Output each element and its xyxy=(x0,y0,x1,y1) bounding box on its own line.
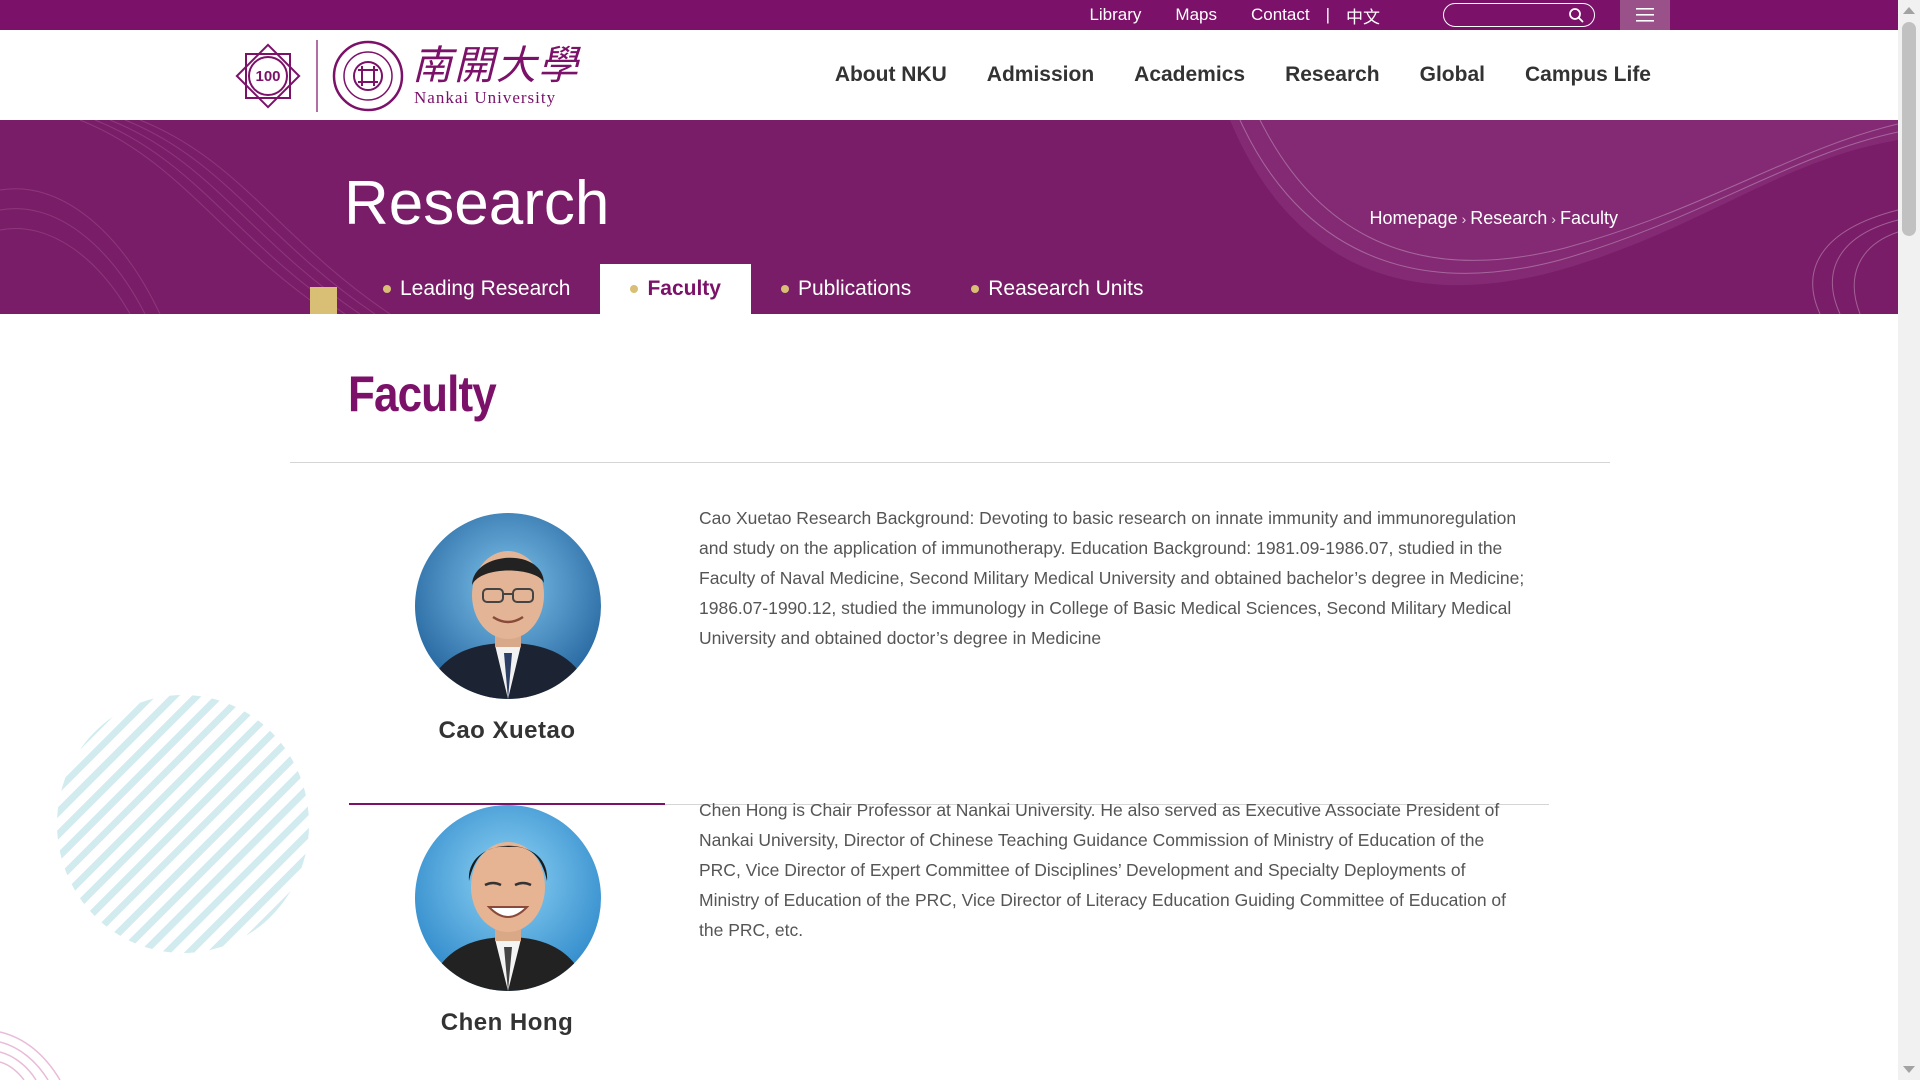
breadcrumb-homepage[interactable]: Homepage xyxy=(1370,208,1458,229)
scroll-up-arrow-icon[interactable] xyxy=(1903,7,1915,14)
research-subnav: Leading Research Faculty Publications Re… xyxy=(353,264,1173,314)
site-header: 100 南開大學 Nankai University About NKU Adm… xyxy=(0,30,1920,120)
logo-divider xyxy=(316,40,318,112)
nav-global[interactable]: Global xyxy=(1420,63,1485,87)
nav-academics[interactable]: Academics xyxy=(1134,63,1245,87)
person-portrait-icon xyxy=(415,513,601,699)
logo-wordmark: 南開大學 Nankai University xyxy=(412,44,580,108)
heading-divider xyxy=(290,462,1610,463)
chinese-language-link[interactable]: 中文 xyxy=(1346,3,1380,28)
utility-separator: | xyxy=(1325,5,1330,24)
badge-text: 100 xyxy=(255,68,280,85)
search-input[interactable] xyxy=(1454,6,1564,24)
nav-about-nku[interactable]: About NKU xyxy=(835,63,947,87)
decorative-striped-circle xyxy=(57,695,309,953)
maps-link[interactable]: Maps xyxy=(1175,5,1217,25)
main-navigation: About NKU Admission Academics Research G… xyxy=(835,30,1651,120)
tab-label: Reasearch Units xyxy=(988,277,1144,300)
bullet-dot-icon xyxy=(780,285,789,293)
breadcrumb-research[interactable]: Research xyxy=(1470,208,1547,229)
utility-links: Library Maps Contact | 中文 xyxy=(1089,0,1380,30)
centennial-badge-icon: 100 xyxy=(235,43,301,109)
faculty-name[interactable]: Chen Hong xyxy=(349,1009,665,1037)
person-portrait-icon xyxy=(415,805,601,991)
hamburger-icon xyxy=(1636,8,1654,22)
research-banner: Research Homepage › Research › Faculty L… xyxy=(0,120,1898,314)
banner-title: Research xyxy=(344,169,610,238)
logo-chinese-name: 南開大學 xyxy=(412,43,580,89)
scrollbar-thumb[interactable] xyxy=(1902,22,1916,236)
faculty-photo-avatar[interactable] xyxy=(415,805,601,991)
faculty-bio: Chen Hong is Chair Professor at Nankai U… xyxy=(699,800,1507,940)
faculty-name[interactable]: Cao Xuetao xyxy=(349,717,665,745)
chevron-right-icon: › xyxy=(1461,210,1467,227)
library-link[interactable]: Library xyxy=(1089,5,1141,25)
tab-faculty[interactable]: Faculty xyxy=(600,264,751,314)
tab-label: Faculty xyxy=(647,277,721,300)
decorative-corner-lines xyxy=(0,1031,61,1080)
page-heading: Faculty xyxy=(348,366,497,422)
nav-research[interactable]: Research xyxy=(1285,63,1380,87)
university-seal-icon xyxy=(332,40,404,112)
top-utility-bar: Library Maps Contact | 中文 xyxy=(0,0,1920,30)
contact-link[interactable]: Contact xyxy=(1251,5,1310,25)
scroll-down-arrow-icon[interactable] xyxy=(1903,1066,1915,1073)
decorative-gold-square xyxy=(310,287,337,314)
tab-leading-research[interactable]: Leading Research xyxy=(353,264,600,314)
tab-research-units[interactable]: Reasearch Units xyxy=(941,264,1173,314)
hamburger-menu-button[interactable] xyxy=(1620,0,1670,30)
faculty-photo-avatar[interactable] xyxy=(415,513,601,699)
page-scrollbar[interactable] xyxy=(1898,0,1920,1080)
search-box xyxy=(1443,3,1595,27)
bullet-dot-icon xyxy=(383,285,391,293)
logo-english-name: Nankai University xyxy=(414,88,557,107)
tab-label: Leading Research xyxy=(400,277,571,300)
faculty-card: Chen Hong Chen Hong is Chair Professor a… xyxy=(349,800,1549,1080)
breadcrumb-faculty[interactable]: Faculty xyxy=(1560,208,1618,229)
tab-publications[interactable]: Publications xyxy=(751,264,941,314)
tab-label: Publications xyxy=(797,277,912,300)
faculty-bio: Cao Xuetao Research Background: Devoting… xyxy=(699,508,1525,648)
breadcrumb: Homepage › Research › Faculty xyxy=(1370,208,1618,229)
nav-admission[interactable]: Admission xyxy=(987,63,1094,87)
nav-campus-life[interactable]: Campus Life xyxy=(1525,63,1651,87)
bullet-dot-icon xyxy=(971,285,980,293)
bullet-dot-icon xyxy=(630,285,639,293)
chevron-right-icon: › xyxy=(1551,210,1556,227)
search-icon[interactable] xyxy=(1568,7,1584,23)
faculty-card: Cao Xuetao Cao Xuetao Research Backgroun… xyxy=(349,508,1549,805)
nankai-logo[interactable]: 100 南開大學 Nankai University xyxy=(232,38,580,114)
